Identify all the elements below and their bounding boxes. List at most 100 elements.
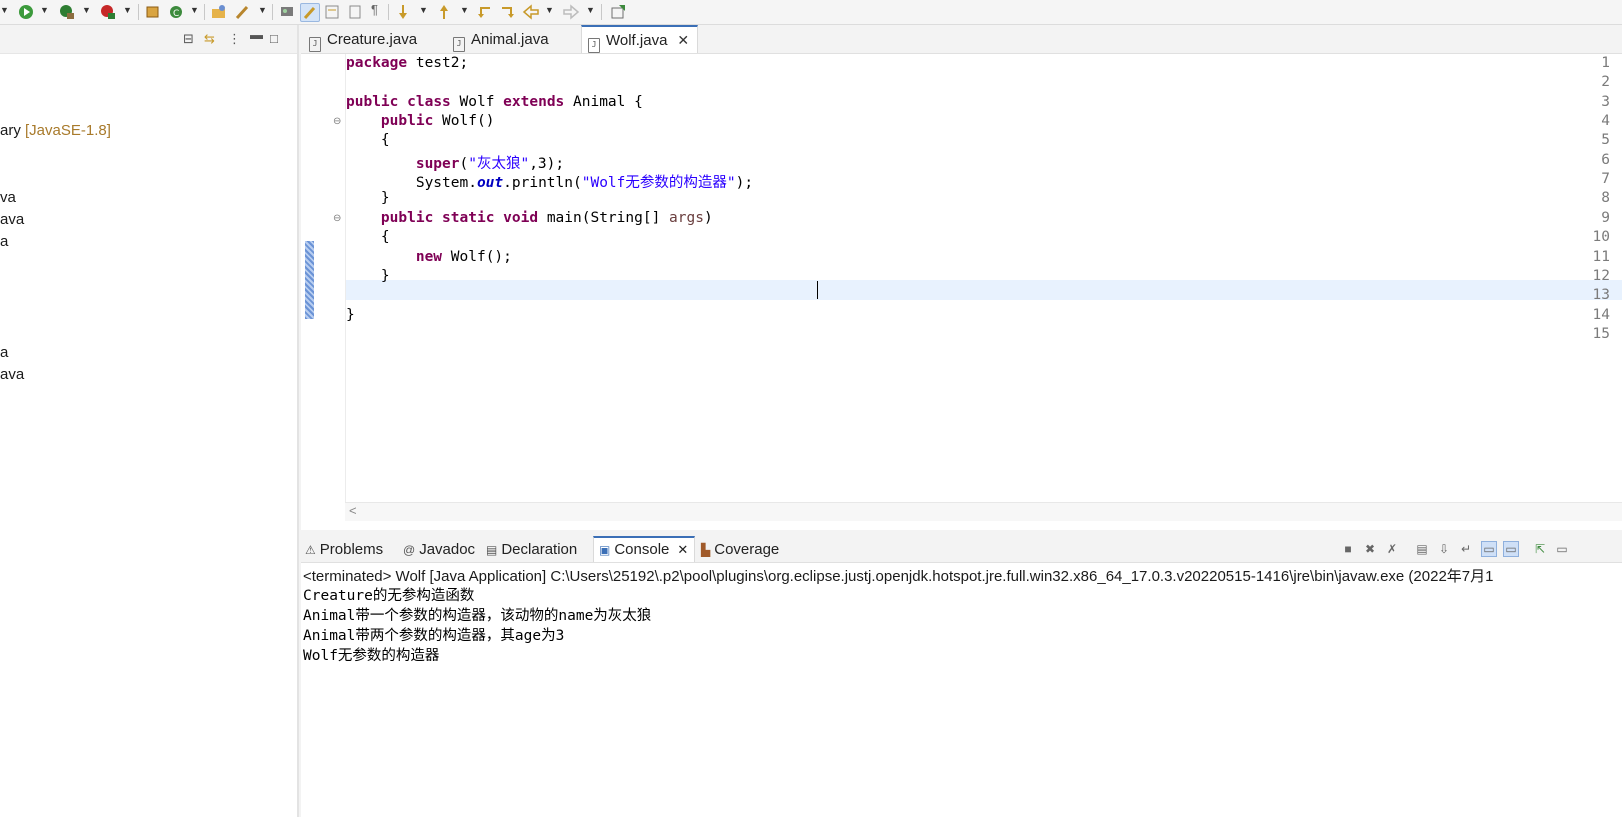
code-area[interactable]: 1 2 3 4 ⊖ 5 6 7 8 9 ⊖ 10 11 12 13 14 15 … xyxy=(301,54,1622,530)
java-file-icon: J xyxy=(453,37,465,52)
line-number: 5 xyxy=(1601,132,1610,148)
fold-collapse-icon[interactable]: ⊖ xyxy=(333,213,341,224)
bottom-tab-bar: ⚠ Problems @ Javadoc ▤ Declaration ▣ Console… xyxy=(301,536,1622,563)
terminate-icon[interactable]: ■ xyxy=(1341,542,1355,556)
quick-diff-marker xyxy=(305,241,314,319)
collapse-all-icon[interactable]: ⊟ xyxy=(183,31,194,47)
show-on-stderr-icon[interactable]: ▭ xyxy=(1503,541,1519,557)
editor-tab-bar: J Creature.java J Animal.java J Wolf.java ✕ xyxy=(301,25,1622,54)
code-line-3: public class Wolf extends Animal { xyxy=(346,94,643,110)
main-toolbar: ▼ ▼ ▼ ▼ C ▼ ▼ ¶ ▼ ▼ ▼ ▼ xyxy=(0,0,1622,25)
console-icon: ▣ xyxy=(599,543,611,557)
close-icon[interactable]: ✕ xyxy=(677,542,688,557)
show-whitespace-icon[interactable]: ¶ xyxy=(371,2,378,17)
line-number: 9 xyxy=(1601,210,1610,226)
dropdown-arrow-icon[interactable]: ▼ xyxy=(460,5,469,15)
remove-launch-icon[interactable]: ✖ xyxy=(1363,542,1377,556)
tab-wolf-java[interactable]: J Wolf.java ✕ xyxy=(581,25,698,53)
package-explorer: ⊟ ⇆ ⋮ ▬ □ ary [JavaSE-1.8] va ava a a av… xyxy=(0,25,299,817)
line-number: 6 xyxy=(1601,152,1610,168)
javadoc-icon: @ xyxy=(403,543,416,557)
tab-problems[interactable]: ⚠ Problems xyxy=(305,536,383,562)
tree-item[interactable]: a xyxy=(0,233,8,250)
open-type-icon[interactable] xyxy=(210,3,228,20)
forward-icon[interactable] xyxy=(562,3,580,20)
display-console-icon[interactable]: ▭ xyxy=(1555,542,1569,556)
code-line-6: super("灰太狼",3); xyxy=(415,156,565,172)
pin-editor-icon[interactable] xyxy=(609,3,627,20)
dropdown-arrow-icon[interactable]: ▼ xyxy=(0,5,9,15)
code-line-5: { xyxy=(380,132,390,148)
code-editor: J Creature.java J Animal.java J Wolf.java ✕ … xyxy=(301,25,1622,530)
console-view: ⚠ Problems @ Javadoc ▤ Declaration ▣ Console… xyxy=(301,536,1622,817)
code-line-9: public static void main(String[] args) xyxy=(380,210,713,226)
mark-occurrences-icon[interactable] xyxy=(300,3,320,22)
line-number: 15 xyxy=(1592,326,1610,342)
close-icon[interactable]: ✕ xyxy=(677,32,689,48)
minimize-icon[interactable]: ▬ xyxy=(250,27,263,42)
toggle-breadcrumb-icon[interactable] xyxy=(278,3,296,20)
code-line-11: new Wolf(); xyxy=(415,249,512,265)
show-on-stdout-icon[interactable]: ▭ xyxy=(1481,541,1497,557)
dropdown-arrow-icon[interactable]: ▼ xyxy=(586,5,595,15)
dropdown-arrow-icon[interactable]: ▼ xyxy=(123,5,132,15)
tree-item[interactable]: ava xyxy=(0,211,24,228)
code-line-4: public Wolf() xyxy=(380,113,495,129)
line-number: 13 xyxy=(1592,287,1610,303)
java-file-icon: J xyxy=(309,37,321,52)
java-file-icon: J xyxy=(588,38,600,53)
code-line-14: } xyxy=(346,307,355,323)
tree-item-jre-library[interactable]: ary [JavaSE-1.8] xyxy=(0,122,111,139)
coverage-icon[interactable] xyxy=(99,3,117,20)
dropdown-arrow-icon[interactable]: ▼ xyxy=(82,5,91,15)
tree-item[interactable]: ava xyxy=(0,366,24,383)
new-package-icon[interactable] xyxy=(144,3,162,20)
view-menu-icon[interactable]: ⋮ xyxy=(228,31,241,47)
console-output-line: Animal带两个参数的构造器，其age为3 xyxy=(303,628,565,644)
dropdown-arrow-icon[interactable]: ▼ xyxy=(40,5,49,15)
dropdown-arrow-icon[interactable]: ▼ xyxy=(190,5,199,15)
code-line-1: package test2; xyxy=(346,55,469,71)
fold-collapse-icon[interactable]: ⊖ xyxy=(333,116,341,127)
scroll-lock-icon[interactable]: ⇩ xyxy=(1437,542,1451,556)
dropdown-arrow-icon[interactable]: ▼ xyxy=(419,5,428,15)
dropdown-arrow-icon[interactable]: ▼ xyxy=(258,5,267,15)
tree-item-label: ary xyxy=(0,122,26,139)
tab-declaration[interactable]: ▤ Declaration xyxy=(486,536,577,562)
clear-console-icon[interactable]: ▤ xyxy=(1415,542,1429,556)
code-line-10: { xyxy=(380,229,390,245)
tree-item[interactable]: a xyxy=(0,344,8,361)
previous-annotation-icon[interactable] xyxy=(435,3,453,20)
coverage-icon: ▙ xyxy=(701,543,711,557)
show-source-icon[interactable] xyxy=(346,3,364,20)
line-number: 11 xyxy=(1592,249,1610,265)
block-selection-icon[interactable] xyxy=(323,3,341,20)
word-wrap-icon[interactable]: ↵ xyxy=(1459,542,1473,556)
search-icon[interactable] xyxy=(234,3,252,20)
tab-coverage[interactable]: ▙ Coverage xyxy=(701,536,779,562)
new-class-icon[interactable]: C xyxy=(167,3,185,20)
tree-item[interactable]: va xyxy=(0,189,16,206)
console-output-line: Creature的无参构造函数 xyxy=(303,588,475,604)
current-line-highlight xyxy=(346,280,1622,300)
debug-run-icon[interactable] xyxy=(17,3,35,20)
console-output-line: Animal带一个参数的构造器，该动物的name为灰太狼 xyxy=(303,608,652,624)
horizontal-scrollbar[interactable]: < xyxy=(345,502,1622,521)
forward-edit-icon[interactable] xyxy=(498,3,516,20)
tab-javadoc[interactable]: @ Javadoc xyxy=(403,536,475,562)
dropdown-arrow-icon[interactable]: ▼ xyxy=(545,5,554,15)
run-icon[interactable] xyxy=(58,3,76,20)
remove-all-terminated-icon[interactable]: ✗ xyxy=(1385,542,1399,556)
pin-console-icon[interactable]: ⇱ xyxy=(1533,542,1547,556)
line-number: 10 xyxy=(1592,229,1610,245)
tab-label: Creature.java xyxy=(327,31,418,48)
next-annotation-icon[interactable] xyxy=(394,3,412,20)
tab-creature-java[interactable]: J Creature.java xyxy=(309,25,444,53)
link-with-editor-icon[interactable]: ⇆ xyxy=(204,31,215,47)
back-icon[interactable] xyxy=(522,3,540,20)
tab-console[interactable]: ▣ Console ✕ xyxy=(593,536,695,562)
scroll-left-icon[interactable]: < xyxy=(349,503,357,518)
maximize-icon[interactable]: □ xyxy=(270,31,278,46)
tab-animal-java[interactable]: J Animal.java xyxy=(453,25,573,53)
last-edit-location-icon[interactable] xyxy=(476,3,494,20)
